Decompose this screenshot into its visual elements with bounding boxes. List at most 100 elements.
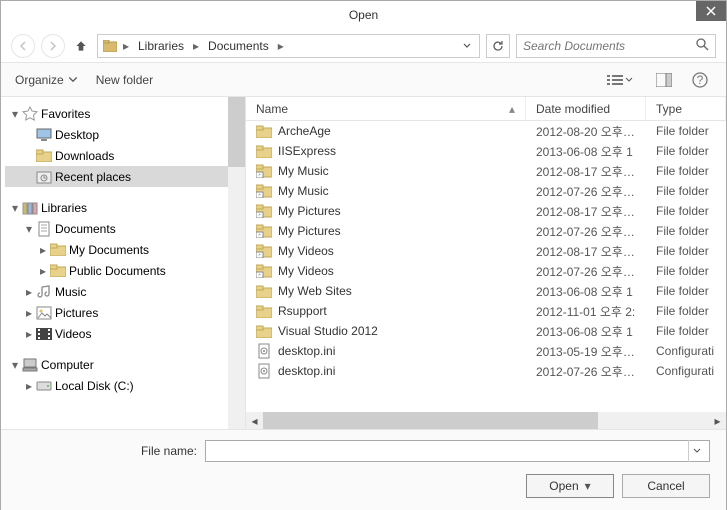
folder-icon	[256, 143, 272, 159]
expand-toggle[interactable]: ▾	[9, 107, 21, 121]
chevron-down-icon	[693, 447, 701, 455]
file-name: My Pictures	[278, 204, 341, 218]
filename-input-wrapper[interactable]	[205, 440, 710, 462]
file-type: Configurati	[646, 364, 726, 378]
file-list-body[interactable]: ArcheAge2012-08-20 오후 2:File folderIISEx…	[246, 121, 726, 412]
chevron-right-icon[interactable]: ▸	[275, 39, 287, 53]
tree-item[interactable]: ▾Favorites	[5, 103, 245, 124]
column-header-date[interactable]: Date modified	[526, 97, 646, 120]
bottom-panel: File name: Open ▾ Cancel	[1, 429, 726, 510]
expand-toggle[interactable]: ▸	[23, 285, 35, 299]
expand-toggle[interactable]: ▸	[23, 379, 35, 393]
breadcrumb[interactable]: ▸ Libraries ▸ Documents ▸	[97, 34, 480, 58]
column-header-name[interactable]: Name ▴	[246, 97, 526, 120]
file-type: File folder	[646, 204, 726, 218]
tree-item[interactable]: ▸ Public Documents	[5, 260, 245, 281]
file-row[interactable]: My Videos2012-08-17 오후 5:File folder	[246, 241, 726, 261]
expand-toggle[interactable]: ▾	[9, 201, 21, 215]
chevron-down-icon	[463, 42, 471, 50]
up-button[interactable]	[71, 36, 91, 56]
column-header-type[interactable]: Type	[646, 97, 726, 120]
navigation-tree[interactable]: ▾FavoritesDesktopDownloadsRecent places ▾…	[1, 97, 245, 429]
new-folder-button[interactable]: New folder	[96, 73, 153, 87]
organize-label: Organize	[15, 73, 64, 87]
file-name: My Pictures	[278, 224, 341, 238]
file-date: 2013-06-08 오후 1	[526, 283, 646, 300]
expand-toggle[interactable]: ▸	[23, 306, 35, 320]
file-row[interactable]: My Music2012-08-17 오후 5:File folder	[246, 161, 726, 181]
file-row[interactable]: My Music2012-07-26 오후 4:File folder	[246, 181, 726, 201]
file-date: 2012-07-26 오후 5:	[526, 363, 646, 380]
short-icon	[256, 163, 272, 179]
tree-item-label: Local Disk (C:)	[55, 379, 134, 393]
tree-item[interactable]: ▸Videos	[5, 323, 245, 344]
navigation-bar: ▸ Libraries ▸ Documents ▸	[1, 29, 726, 63]
folder-icon	[49, 263, 67, 279]
expand-toggle[interactable]: ▾	[23, 222, 35, 236]
scroll-left-button[interactable]: ◂	[246, 412, 263, 429]
file-date: 2012-08-17 오후 5:	[526, 163, 646, 180]
view-options-button[interactable]	[600, 69, 640, 91]
expand-toggle[interactable]: ▾	[9, 358, 21, 372]
tree-item[interactable]: Downloads	[5, 145, 245, 166]
chevron-right-icon[interactable]: ▸	[190, 39, 202, 53]
file-row[interactable]: My Web Sites2013-06-08 오후 1File folder	[246, 281, 726, 301]
chevron-right-icon[interactable]: ▸	[120, 39, 132, 53]
file-type: File folder	[646, 264, 726, 278]
file-date: 2012-08-17 오후 5:	[526, 243, 646, 260]
file-type: File folder	[646, 224, 726, 238]
file-row[interactable]: desktop.ini2012-07-26 오후 5:Configurati	[246, 361, 726, 381]
chevron-down-icon	[625, 76, 633, 84]
file-name: Rsupport	[278, 304, 327, 318]
tree-item[interactable]: ▸ My Documents	[5, 239, 245, 260]
file-date: 2012-07-26 오후 4:	[526, 223, 646, 240]
filename-dropdown[interactable]	[688, 440, 705, 462]
open-button[interactable]: Open ▾	[526, 474, 614, 498]
file-row[interactable]: Visual Studio 20122013-06-08 오후 1File fo…	[246, 321, 726, 341]
search-input[interactable]	[523, 39, 696, 53]
file-type: File folder	[646, 144, 726, 158]
search-box[interactable]	[516, 34, 716, 58]
file-row[interactable]: My Pictures 2012-07-26 오후 4:File folder	[246, 221, 726, 241]
filename-input[interactable]	[210, 444, 689, 458]
horizontal-scrollbar[interactable]: ◂ ▸	[246, 412, 726, 429]
tree-item-label: Music	[55, 285, 86, 299]
close-button[interactable]	[696, 1, 726, 21]
breadcrumb-segment[interactable]: Documents	[204, 39, 273, 53]
file-row[interactable]: IISExpress2013-06-08 오후 1File folder	[246, 141, 726, 161]
file-row[interactable]: desktop.ini2013-05-19 오후 2:Configurati	[246, 341, 726, 361]
tree-item-label: My Documents	[69, 243, 149, 257]
tree-item[interactable]: ▾Computer	[5, 354, 245, 375]
vid-icon	[35, 326, 53, 342]
tree-item[interactable]: ▸ Music	[5, 281, 245, 302]
scrollbar-thumb[interactable]	[263, 412, 598, 429]
cancel-button[interactable]: Cancel	[622, 474, 710, 498]
tree-item[interactable]: Recent places	[5, 166, 245, 187]
tree-item[interactable]: ▾Libraries	[5, 197, 245, 218]
tree-item[interactable]: ▸Pictures	[5, 302, 245, 323]
preview-pane-button[interactable]	[652, 69, 676, 91]
tree-item[interactable]: Desktop	[5, 124, 245, 145]
tree-item-label: Documents	[55, 222, 116, 236]
expand-toggle[interactable]: ▸	[37, 243, 49, 257]
breadcrumb-dropdown[interactable]	[459, 42, 475, 50]
sort-indicator-icon: ▴	[509, 102, 515, 116]
file-row[interactable]: ArcheAge2012-08-20 오후 2:File folder	[246, 121, 726, 141]
tree-item[interactable]: ▾ Documents	[5, 218, 245, 239]
file-row[interactable]: Rsupport2012-11-01 오후 2:File folder	[246, 301, 726, 321]
tree-scrollbar[interactable]	[228, 97, 245, 429]
scroll-right-button[interactable]: ▸	[709, 412, 726, 429]
help-button[interactable]: ?	[688, 69, 712, 91]
scrollbar-thumb[interactable]	[228, 97, 245, 167]
expand-toggle[interactable]: ▸	[37, 264, 49, 278]
forward-button[interactable]	[41, 34, 65, 58]
organize-menu[interactable]: Organize	[15, 73, 78, 87]
breadcrumb-segment[interactable]: Libraries	[134, 39, 188, 53]
refresh-button[interactable]	[486, 34, 510, 58]
file-row[interactable]: My Pictures2012-08-17 오후 5:File folder	[246, 201, 726, 221]
file-row[interactable]: My Videos2012-07-26 오후 4:File folder	[246, 261, 726, 281]
tree-item-label: Public Documents	[69, 264, 166, 278]
back-button[interactable]	[11, 34, 35, 58]
tree-item[interactable]: ▸ Local Disk (C:)	[5, 375, 245, 396]
expand-toggle[interactable]: ▸	[23, 327, 35, 341]
